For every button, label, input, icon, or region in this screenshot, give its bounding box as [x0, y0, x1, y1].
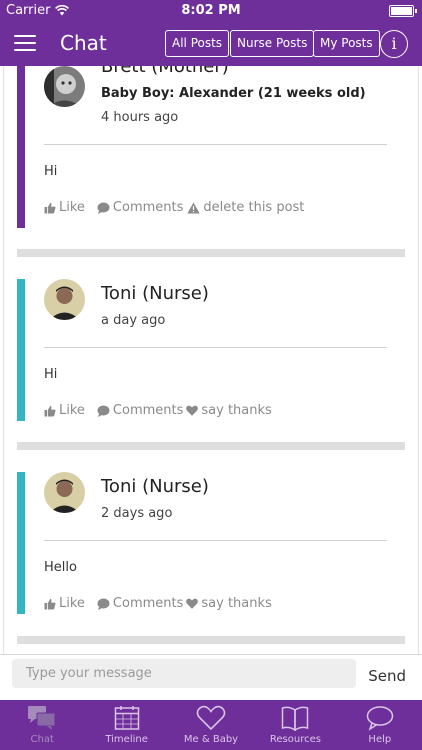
heart-icon — [196, 704, 226, 732]
calendar-icon — [114, 704, 140, 732]
post-baby-info: Baby Boy: Alexander (21 weeks old) — [101, 86, 366, 101]
post-message: Hello — [44, 560, 77, 575]
like-button[interactable]: Like — [44, 596, 85, 611]
say-thanks-label: say thanks — [201, 403, 272, 418]
like-label: Like — [59, 200, 85, 215]
tab-resources-label: Resources — [269, 734, 321, 745]
battery-icon — [389, 5, 417, 17]
thumbs-up-icon — [44, 202, 56, 213]
comments-button[interactable]: Comments — [97, 403, 183, 418]
tab-help-label: Help — [368, 734, 392, 745]
say-thanks-button[interactable]: say thanks — [186, 403, 272, 418]
nav-bar: Chat All Posts Nurse Posts My Posts i — [0, 22, 422, 66]
post-divider — [44, 540, 387, 541]
feed-edge — [3, 66, 4, 654]
post-card[interactable]: Brett (Mother) Baby Boy: Alexander (21 w… — [17, 66, 405, 228]
filter-nurse-posts-button[interactable]: Nurse Posts — [230, 30, 315, 57]
speech-bubble-icon — [366, 704, 394, 732]
tab-me-and-baby[interactable]: Me & Baby — [169, 700, 253, 750]
like-button[interactable]: Like — [44, 200, 85, 215]
post-accent-bar — [17, 66, 25, 228]
post-message: Hi — [44, 367, 58, 382]
message-composer: Send — [0, 654, 422, 700]
comments-label: Comments — [112, 200, 184, 215]
tab-timeline[interactable]: Timeline — [84, 700, 168, 750]
chat-bubbles-icon — [27, 704, 57, 732]
post-message: Hi — [44, 164, 58, 179]
comments-label: Comments — [112, 403, 184, 418]
chat-feed[interactable]: Brett (Mother) Baby Boy: Alexander (21 w… — [0, 66, 422, 654]
post-divider — [44, 144, 387, 145]
thumbs-up-icon — [44, 405, 56, 416]
comment-bubble-icon — [97, 405, 110, 417]
post-actions: Like Comments say thanks — [44, 596, 272, 611]
post-timestamp: 4 hours ago — [101, 110, 179, 125]
post-card[interactable]: Toni (Nurse) a day ago Hi Like Comments … — [17, 279, 405, 421]
tab-resources[interactable]: Resources — [253, 700, 337, 750]
post-actions: Like Comments say thanks — [44, 403, 272, 418]
tab-me-and-baby-label: Me & Baby — [183, 734, 239, 745]
tab-bar: Chat Timeline Me & Baby Resources Help — [0, 700, 422, 750]
post-card[interactable]: Toni (Nurse) 2 days ago Hello Like Comme… — [17, 472, 405, 614]
status-time: 8:02 PM — [181, 3, 241, 18]
thumbs-up-icon — [44, 598, 56, 609]
like-label: Like — [59, 403, 85, 418]
avatar[interactable] — [44, 66, 85, 107]
status-bar: Carrier 8:02 PM — [0, 0, 422, 22]
post-timestamp: 2 days ago — [101, 506, 173, 521]
send-button[interactable]: Send — [368, 667, 406, 685]
say-thanks-label: say thanks — [201, 596, 272, 611]
post-divider — [44, 347, 387, 348]
post-separator — [17, 249, 405, 257]
post-author: Toni (Nurse) — [101, 476, 209, 497]
post-author: Brett (Mother) — [101, 66, 229, 77]
like-label: Like — [59, 596, 85, 611]
post-author: Toni (Nurse) — [101, 283, 209, 304]
page-title: Chat — [60, 31, 107, 55]
comments-label: Comments — [112, 596, 184, 611]
comments-button[interactable]: Comments — [97, 596, 183, 611]
tab-chat[interactable]: Chat — [0, 700, 84, 750]
filter-all-posts-button[interactable]: All Posts — [165, 30, 230, 57]
book-icon — [281, 704, 309, 732]
delete-post-label: delete this post — [203, 200, 305, 215]
post-actions: Like Comments delete this post — [44, 200, 304, 215]
message-input[interactable] — [12, 659, 356, 688]
avatar[interactable] — [44, 279, 85, 320]
tab-help[interactable]: Help — [338, 700, 422, 750]
feed-edge — [418, 66, 419, 654]
heart-icon — [186, 405, 199, 416]
post-accent-bar — [17, 279, 25, 421]
post-separator — [17, 636, 405, 644]
post-timestamp: a day ago — [101, 313, 166, 328]
comment-bubble-icon — [97, 598, 110, 610]
heart-icon — [186, 598, 199, 609]
info-icon[interactable]: i — [380, 30, 408, 58]
say-thanks-button[interactable]: say thanks — [186, 596, 272, 611]
comment-bubble-icon — [97, 202, 110, 214]
post-separator — [17, 442, 405, 450]
tab-timeline-label: Timeline — [105, 734, 148, 745]
like-button[interactable]: Like — [44, 403, 85, 418]
hamburger-menu-icon[interactable] — [14, 35, 36, 53]
tab-chat-label: Chat — [30, 734, 54, 745]
warning-icon — [187, 202, 201, 213]
avatar[interactable] — [44, 472, 85, 513]
post-accent-bar — [17, 472, 25, 614]
filter-my-posts-button[interactable]: My Posts — [313, 30, 380, 57]
delete-post-button[interactable]: delete this post — [187, 200, 304, 215]
comments-button[interactable]: Comments — [97, 200, 183, 215]
